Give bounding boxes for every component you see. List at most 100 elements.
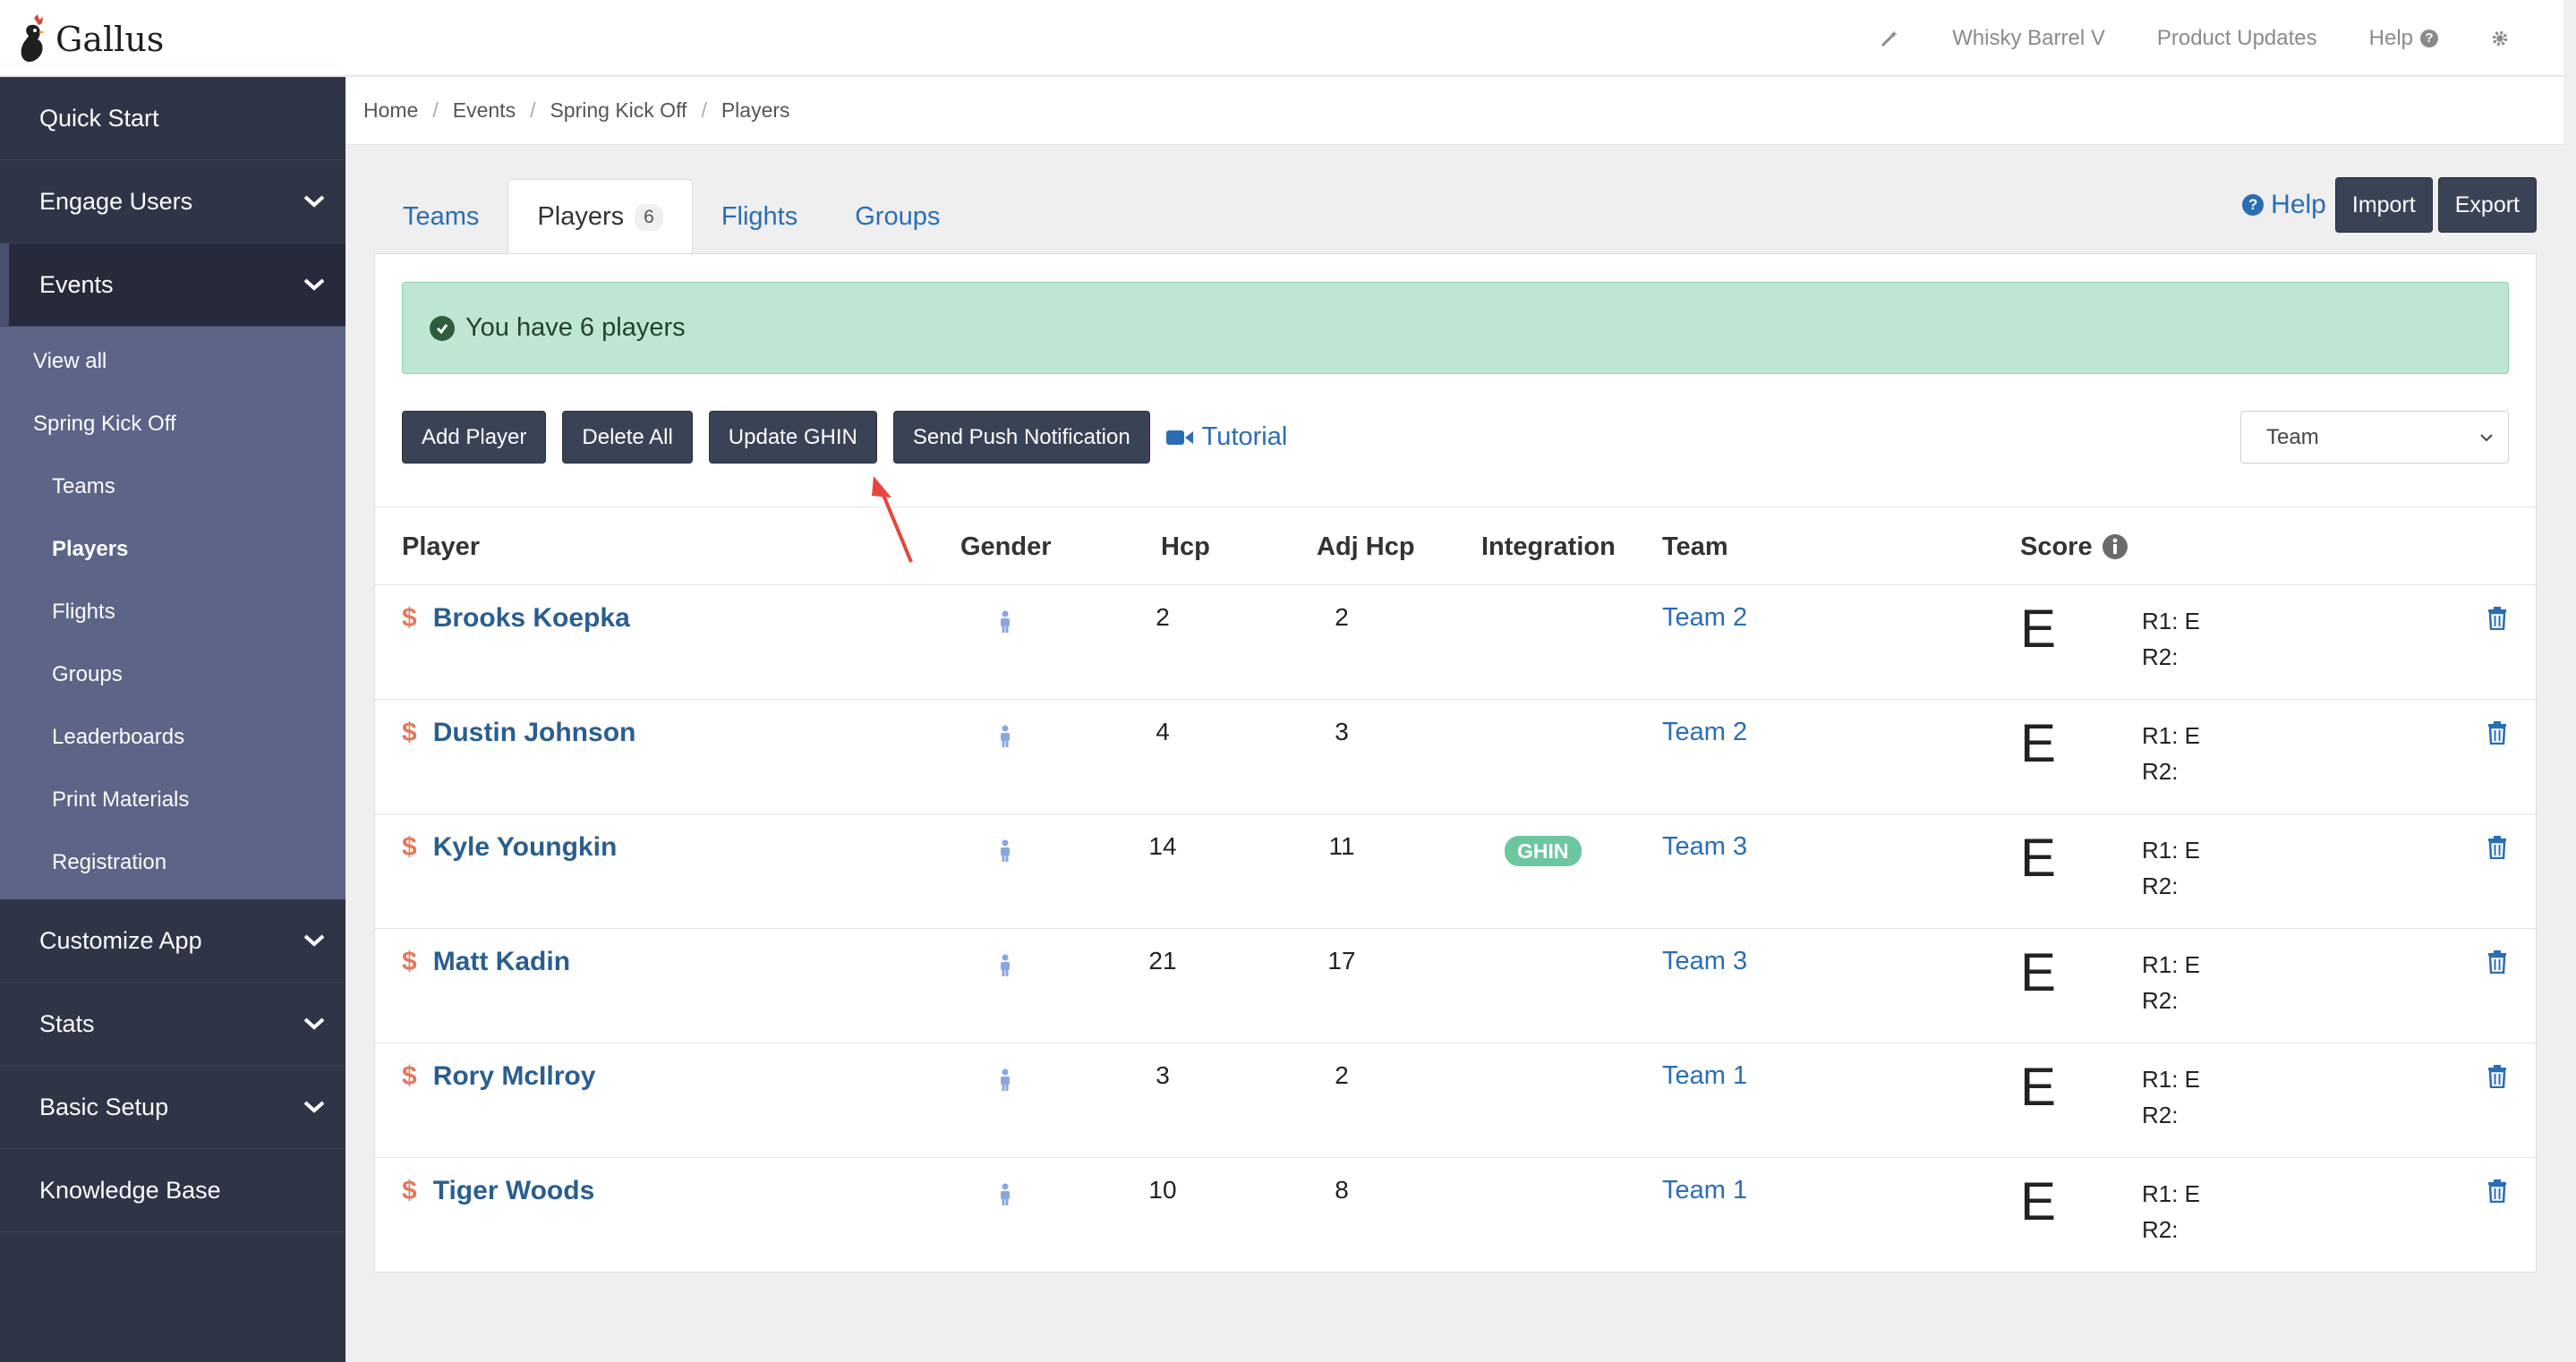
breadcrumb-events[interactable]: Events — [453, 98, 516, 123]
sidebar-item-quick-start[interactable]: Quick Start — [0, 77, 345, 160]
col-integration[interactable]: Integration — [1481, 507, 1616, 586]
col-team[interactable]: Team — [1662, 507, 1728, 586]
chevron-down-icon — [2480, 433, 2493, 441]
adj-hcp-value: 3 — [1335, 718, 1349, 745]
adj-hcp-value: 11 — [1328, 832, 1355, 860]
breadcrumb-event[interactable]: Spring Kick Off — [550, 98, 687, 123]
adj-hcp-value: 8 — [1335, 1176, 1349, 1204]
product-updates-link[interactable]: Product Updates — [2157, 26, 2317, 51]
col-score[interactable]: Score — [2020, 507, 2128, 586]
sidebar-subitem-players[interactable]: Players — [0, 518, 345, 581]
top-bar: Gallus Whisky Barrel V Product Updates H… — [0, 0, 2563, 76]
dollar-icon[interactable]: $ — [402, 603, 417, 634]
gear-icon[interactable] — [2490, 29, 2510, 48]
delete-all-button[interactable]: Delete All — [562, 411, 693, 464]
add-player-button[interactable]: Add Player — [402, 411, 547, 464]
round-scores: R1: E R2: — [2142, 1176, 2200, 1247]
player-name-link[interactable]: Kyle Youngkin — [433, 832, 618, 863]
team-link[interactable]: Team 3 — [1662, 832, 1747, 862]
col-player[interactable]: Player — [402, 507, 480, 586]
sidebar-subitem-groups[interactable]: Groups — [0, 643, 345, 706]
sidebar-item-label: Events — [39, 270, 114, 298]
group-by-select[interactable]: Team — [2240, 411, 2509, 464]
sidebar-item-engage-users[interactable]: Engage Users — [0, 160, 345, 243]
chevron-down-icon — [303, 195, 325, 208]
sidebar-item-label: Quick Start — [39, 104, 159, 132]
send-push-notification-button[interactable]: Send Push Notification — [892, 411, 1150, 464]
toolbar: Add Player Delete All Update GHIN Send P… — [402, 411, 1287, 464]
team-link[interactable]: Team 1 — [1662, 1176, 1747, 1205]
team-link[interactable]: Team 3 — [1662, 947, 1747, 976]
export-button[interactable]: Export — [2437, 177, 2537, 233]
page-actions: ? Help Import Export — [2242, 177, 2537, 233]
team-link[interactable]: Team 2 — [1662, 603, 1747, 633]
trash-icon[interactable] — [2487, 607, 2507, 636]
sidebar-subitem-print-materials[interactable]: Print Materials — [0, 769, 345, 831]
update-ghin-button[interactable]: Update GHIN — [708, 411, 877, 464]
dollar-icon[interactable]: $ — [402, 832, 417, 863]
dollar-icon[interactable]: $ — [402, 947, 417, 977]
sidebar-subitem-registration[interactable]: Registration — [0, 831, 345, 894]
breadcrumb-current: Players — [721, 98, 790, 122]
help-link[interactable]: ? Help — [2242, 190, 2326, 220]
team-link[interactable]: Team 1 — [1662, 1061, 1747, 1091]
trash-icon[interactable] — [2487, 950, 2507, 980]
dollar-icon[interactable]: $ — [402, 1061, 417, 1092]
player-name-link[interactable]: Rory McIlroy — [433, 1061, 596, 1092]
tutorial-label: Tutorial — [1201, 422, 1288, 451]
col-gender[interactable]: Gender — [960, 507, 1052, 586]
sidebar-subitem-event[interactable]: Spring Kick Off — [0, 393, 345, 455]
round-1-score: R1: E — [2142, 1066, 2201, 1093]
table-row: $ Matt Kadin 21 17 Team 3 E R1: E R2: — [375, 929, 2538, 1043]
team-link[interactable]: Team 2 — [1662, 718, 1747, 747]
player-name-link[interactable]: Tiger Woods — [433, 1176, 595, 1206]
org-switcher[interactable]: Whisky Barrel V — [1952, 26, 2105, 51]
player-name-link[interactable]: Matt Kadin — [433, 947, 570, 977]
breadcrumb-home[interactable]: Home — [363, 98, 418, 123]
tab-flights[interactable]: Flights — [693, 179, 826, 254]
male-icon — [998, 610, 1012, 640]
info-circle-icon — [2102, 534, 2128, 559]
help-menu[interactable]: Help ? — [2369, 26, 2438, 51]
magic-wand-icon[interactable] — [1879, 28, 1900, 49]
sidebar-item-basic-setup[interactable]: Basic Setup — [0, 1066, 345, 1149]
trash-icon[interactable] — [2487, 836, 2507, 865]
sidebar-subitem-flights[interactable]: Flights — [0, 581, 345, 643]
select-value: Team — [2266, 424, 2319, 449]
adj-hcp-value: 17 — [1327, 947, 1356, 975]
sidebar-item-stats[interactable]: Stats — [0, 983, 345, 1066]
score-label: Score — [2020, 532, 2093, 561]
score-total: E — [2020, 1171, 2057, 1231]
dollar-icon[interactable]: $ — [402, 718, 417, 748]
breadcrumb-separator: / — [432, 98, 439, 122]
col-adj-hcp[interactable]: Adj Hcp — [1317, 507, 1415, 586]
tab-groups[interactable]: Groups — [826, 179, 968, 254]
sidebar-subitem-view-all[interactable]: View all — [0, 330, 345, 393]
trash-icon[interactable] — [2487, 1065, 2507, 1094]
player-cell: $ Kyle Youngkin — [402, 832, 617, 863]
sidebar-item-label: Stats — [39, 1009, 95, 1037]
app-logo[interactable]: Gallus — [14, 13, 164, 66]
round-1-score: R1: E — [2142, 837, 2201, 864]
sidebar-subitem-teams[interactable]: Teams — [0, 455, 345, 518]
tab-teams[interactable]: Teams — [374, 179, 508, 254]
sidebar-item-customize-app[interactable]: Customize App — [0, 899, 345, 983]
sidebar-item-label: Knowledge Base — [39, 1176, 221, 1204]
player-name-link[interactable]: Brooks Koepka — [433, 603, 630, 634]
annotation-arrow-icon — [872, 476, 913, 563]
tutorial-link[interactable]: Tutorial — [1165, 422, 1288, 452]
import-button[interactable]: Import — [2334, 177, 2433, 233]
dollar-icon[interactable]: $ — [402, 1176, 417, 1206]
sidebar-item-events[interactable]: Events — [0, 243, 345, 327]
adj-hcp-value: 2 — [1335, 603, 1349, 631]
player-cell: $ Matt Kadin — [402, 947, 570, 977]
tab-players[interactable]: Players 6 — [508, 179, 693, 254]
sidebar-item-knowledge-base[interactable]: Knowledge Base — [0, 1149, 345, 1232]
col-hcp[interactable]: Hcp — [1161, 507, 1210, 586]
trash-icon[interactable] — [2487, 1179, 2507, 1209]
player-cell: $ Rory McIlroy — [402, 1061, 595, 1092]
round-2-score: R2: — [2142, 643, 2179, 670]
sidebar-subitem-leaderboards[interactable]: Leaderboards — [0, 706, 345, 769]
trash-icon[interactable] — [2487, 721, 2507, 751]
player-name-link[interactable]: Dustin Johnson — [433, 718, 636, 748]
